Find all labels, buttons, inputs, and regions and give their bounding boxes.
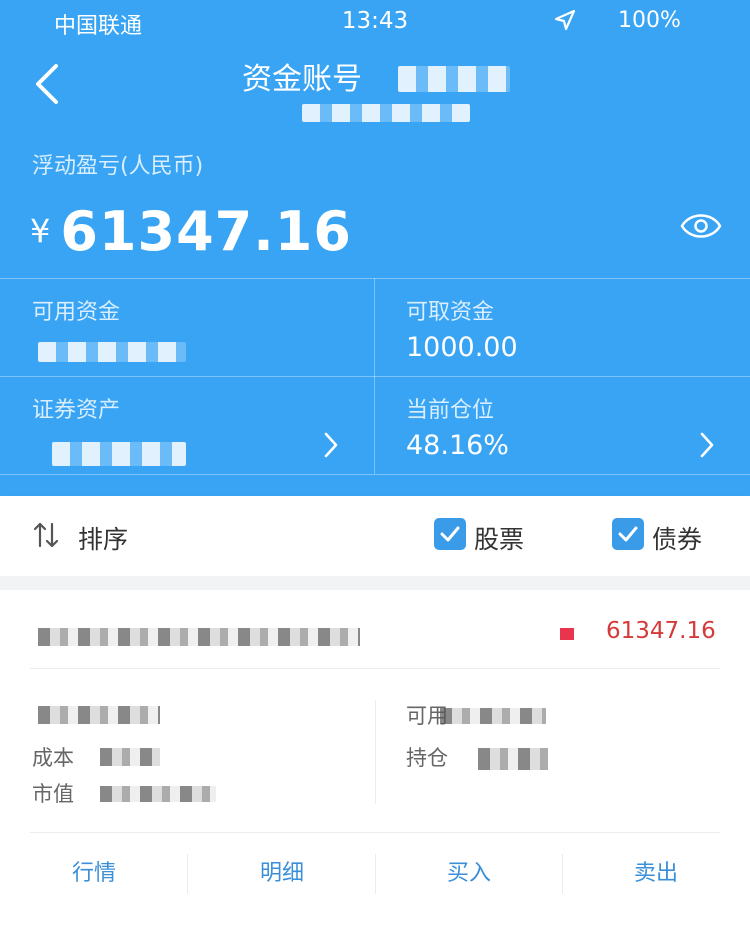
currency-symbol: ¥	[30, 212, 51, 250]
masked-position-shares	[478, 748, 548, 770]
stock-filter-label[interactable]: 股票	[474, 520, 524, 556]
filter-bar: 排序 股票 债券	[0, 496, 750, 576]
quote-button[interactable]: 行情	[0, 852, 188, 896]
floating-pl-label: 浮动盈亏(人民币)	[32, 154, 204, 179]
holding-card[interactable]: 61347.16 成本 市值 可用 持仓 行情 明细 买入 卖出	[0, 590, 750, 940]
withdrawable-funds-label: 可取资金	[406, 300, 495, 325]
sell-button[interactable]: 卖出	[562, 852, 750, 896]
divider	[375, 700, 376, 804]
page-title: 资金账号	[242, 62, 362, 97]
sort-icon	[33, 522, 59, 548]
stock-checkbox[interactable]	[434, 518, 466, 550]
location-arrow-icon	[554, 9, 576, 31]
holding-actions: 行情 明细 买入 卖出	[0, 852, 750, 896]
masked-change-indicator	[560, 628, 574, 640]
masked-market-value	[100, 786, 216, 802]
account-header: 中国联通 13:43 100% 资金账号 浮动盈亏(人民币) ¥61347.16…	[0, 0, 750, 496]
masked-cost-value	[100, 748, 160, 766]
chevron-right-icon	[324, 432, 338, 458]
chevron-right-icon	[700, 432, 714, 458]
current-position-value: 48.16%	[406, 430, 509, 461]
withdrawable-funds-value: 1000.00	[406, 332, 518, 363]
divider	[0, 376, 750, 377]
section-gap	[0, 576, 750, 590]
divider	[30, 668, 720, 669]
divider	[0, 474, 750, 475]
cost-label: 成本	[32, 746, 74, 770]
battery-level: 100%	[618, 8, 681, 33]
divider	[30, 832, 720, 833]
bond-checkbox[interactable]	[612, 518, 644, 550]
securities-assets-label: 证券资产	[32, 398, 121, 423]
masked-securities-assets	[52, 442, 186, 466]
holding-pl-value: 61347.16	[606, 618, 716, 644]
masked-available-funds	[38, 342, 186, 362]
floating-pl-amount: ¥61347.16	[30, 200, 352, 263]
bond-filter-label[interactable]: 债券	[652, 520, 702, 556]
masked-account-number	[398, 66, 510, 92]
masked-available-shares	[440, 708, 546, 724]
floating-pl-value: 61347.16	[60, 200, 352, 263]
status-bar: 中国联通 13:43 100%	[0, 0, 750, 40]
divider	[0, 278, 750, 279]
detail-button[interactable]: 明细	[188, 852, 376, 896]
current-position-label: 当前仓位	[406, 398, 495, 423]
checkmark-icon	[440, 526, 460, 542]
eye-icon[interactable]	[680, 208, 722, 244]
masked-account-subtitle	[302, 104, 470, 122]
checkmark-icon	[618, 526, 638, 542]
available-funds-label: 可用资金	[32, 300, 121, 325]
chevron-left-icon[interactable]	[28, 60, 68, 108]
buy-button[interactable]: 买入	[375, 852, 563, 896]
market-value-label: 市值	[32, 782, 74, 806]
masked-stock-name	[38, 628, 360, 646]
position-shares-label: 持仓	[406, 746, 448, 770]
masked-holding-field	[38, 706, 160, 724]
sort-label: 排序	[78, 525, 129, 554]
